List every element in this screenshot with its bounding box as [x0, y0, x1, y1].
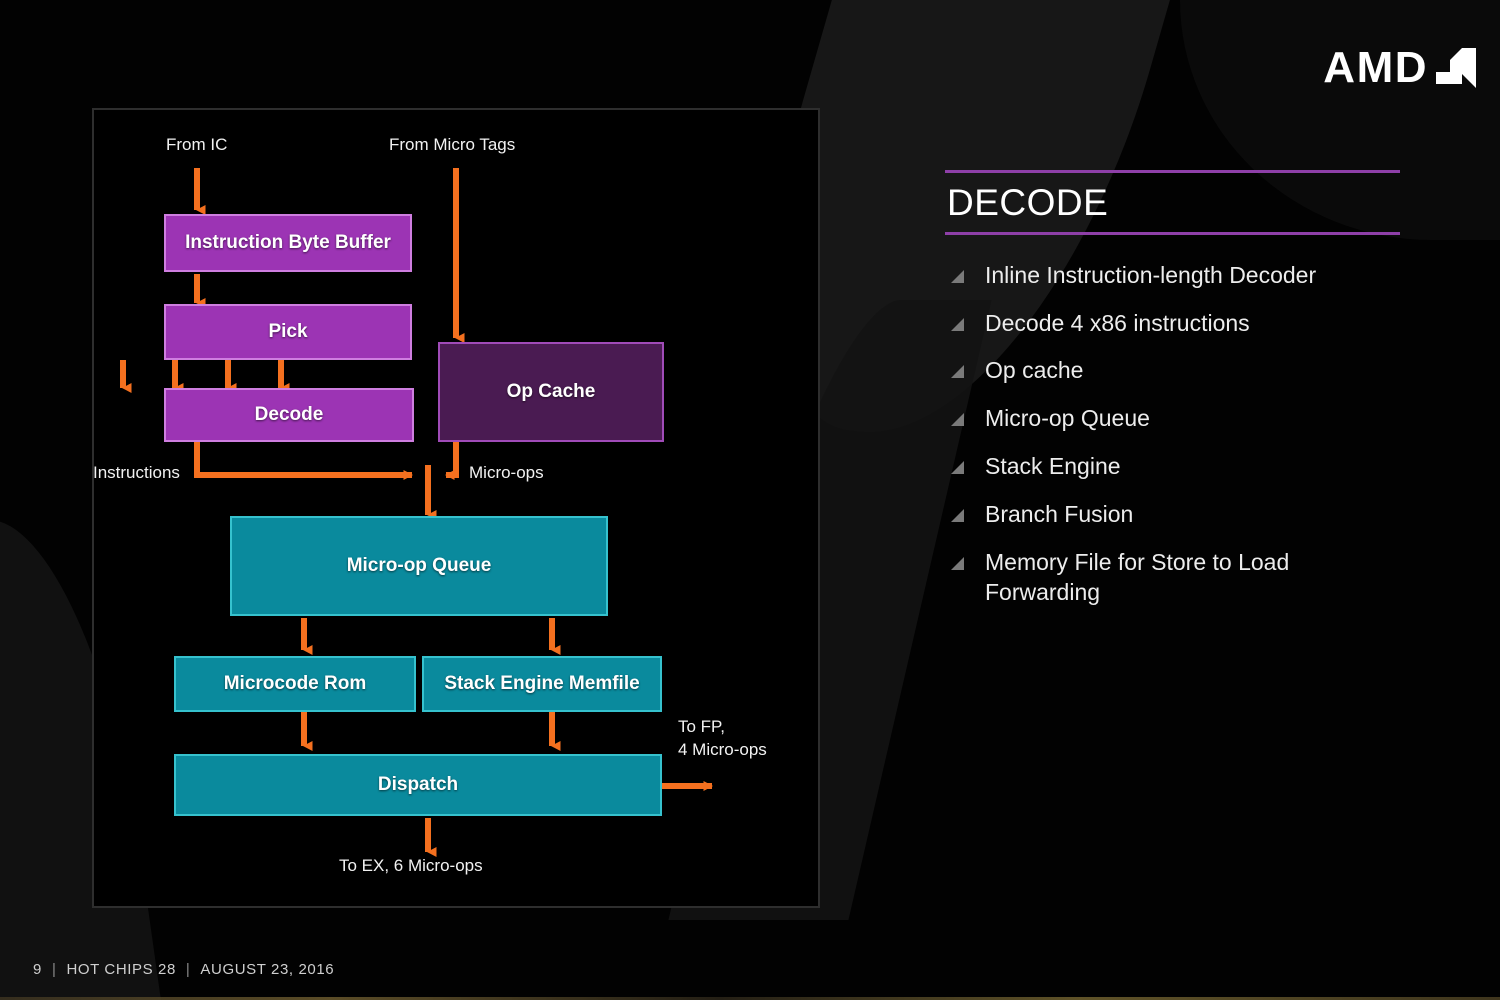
- block-instruction-byte-buffer[interactable]: Instruction Byte Buffer: [164, 214, 412, 272]
- label-micro-ops: Micro-ops: [469, 462, 544, 485]
- amd-logo: AMD: [1323, 46, 1478, 90]
- block-microcode-rom[interactable]: Microcode Rom: [174, 656, 416, 712]
- triangle-bullet-icon: [951, 509, 965, 523]
- block-micro-op-queue[interactable]: Micro-op Queue: [230, 516, 608, 616]
- footer-slide-number: 9: [33, 961, 42, 978]
- page-title: DECODE: [945, 173, 1400, 232]
- label-from-ic: From IC: [166, 134, 227, 157]
- block-dispatch[interactable]: Dispatch: [174, 754, 662, 816]
- list-item-label: Inline Instruction-length Decoder: [985, 261, 1316, 291]
- block-pick[interactable]: Pick: [164, 304, 412, 360]
- footer-separator: |: [52, 961, 57, 978]
- triangle-bullet-icon: [951, 365, 965, 379]
- block-op-cache[interactable]: Op Cache: [438, 342, 664, 442]
- decode-block-diagram: From IC From Micro Tags Instruction Byte…: [92, 108, 820, 908]
- label-from-micro-tags: From Micro Tags: [389, 134, 515, 157]
- list-item-label: Op cache: [985, 356, 1083, 386]
- list-item: Stack Engine: [945, 452, 1400, 482]
- list-item-label: Memory File for Store to Load Forwarding: [985, 548, 1400, 608]
- block-decode[interactable]: Decode: [164, 388, 414, 442]
- list-item-label: Stack Engine: [985, 452, 1121, 482]
- label-instructions: Instructions: [93, 462, 180, 485]
- label-to-fp: To FP, 4 Micro-ops: [678, 716, 767, 762]
- block-stack-engine-memfile[interactable]: Stack Engine Memfile: [422, 656, 662, 712]
- list-item: Decode 4 x86 instructions: [945, 309, 1400, 339]
- footer-separator: |: [186, 961, 191, 978]
- list-item: Micro-op Queue: [945, 404, 1400, 434]
- footer-event: HOT CHIPS 28: [66, 961, 175, 978]
- triangle-bullet-icon: [951, 461, 965, 475]
- list-item: Memory File for Store to Load Forwarding: [945, 548, 1400, 608]
- triangle-bullet-icon: [951, 318, 965, 332]
- footer-date: AUGUST 23, 2016: [200, 961, 334, 978]
- list-item: Inline Instruction-length Decoder: [945, 261, 1400, 291]
- slide-footer: 9 | HOT CHIPS 28 | AUGUST 23, 2016: [33, 961, 334, 978]
- triangle-bullet-icon: [951, 557, 965, 571]
- triangle-bullet-icon: [951, 413, 965, 427]
- list-item: Op cache: [945, 356, 1400, 386]
- triangle-bullet-icon: [951, 270, 965, 284]
- list-item-label: Micro-op Queue: [985, 404, 1150, 434]
- label-to-ex: To EX, 6 Micro-ops: [339, 855, 483, 878]
- amd-arrow-icon: [1432, 46, 1478, 90]
- content-column: DECODE Inline Instruction-length Decoder…: [945, 170, 1400, 626]
- slide-canvas: AMD: [0, 0, 1500, 1000]
- list-item-label: Branch Fusion: [985, 500, 1133, 530]
- list-item-label: Decode 4 x86 instructions: [985, 309, 1250, 339]
- feature-bullet-list: Inline Instruction-length Decoder Decode…: [945, 235, 1400, 608]
- amd-wordmark: AMD: [1323, 46, 1428, 90]
- list-item: Branch Fusion: [945, 500, 1400, 530]
